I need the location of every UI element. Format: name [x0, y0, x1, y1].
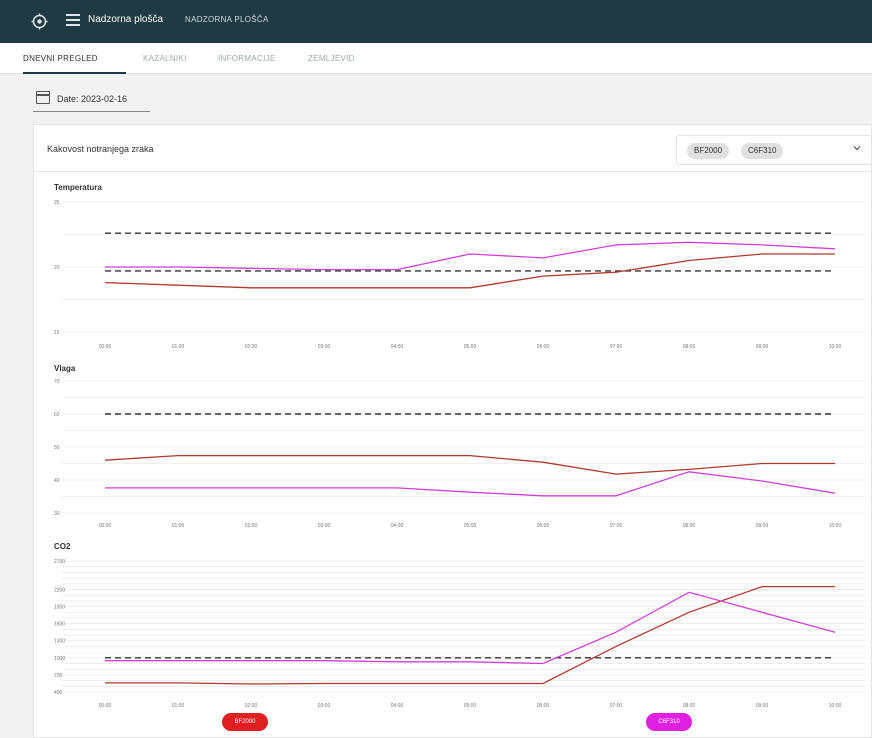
x-tick-label: 00:00: [99, 523, 112, 529]
series-line: [105, 471, 836, 497]
x-tick-label: 05:00: [464, 703, 477, 709]
legend-badge-c6f310[interactable]: C6F310: [646, 713, 692, 731]
x-tick-label: 10:00: [829, 344, 842, 350]
series-line: [105, 591, 836, 665]
y-tick-label: 70: [54, 379, 60, 385]
x-tick-label: 05:00: [464, 523, 477, 529]
x-tick-label: 02:00: [245, 523, 258, 529]
y-tick-label: 1600: [54, 622, 65, 628]
chart-title: CO2: [54, 542, 71, 551]
y-tick-label: 1900: [54, 605, 65, 611]
x-tick-label: 01:00: [172, 344, 185, 350]
x-tick-label: 02:00: [245, 703, 258, 709]
y-tick-label: 2200: [54, 587, 65, 593]
x-tick-label: 01:00: [172, 523, 185, 529]
y-tick-label: 1300: [54, 639, 65, 645]
x-tick-label: 04:00: [391, 703, 404, 709]
y-tick-label: 400: [54, 690, 63, 696]
y-tick-label: 25: [54, 200, 60, 206]
y-tick-label: 40: [54, 478, 60, 484]
y-tick-label: 60: [54, 412, 60, 418]
x-tick-label: 10:00: [829, 523, 842, 529]
x-tick-label: 06:00: [537, 344, 550, 350]
x-tick-label: 03:00: [318, 703, 331, 709]
x-tick-label: 09:00: [756, 344, 769, 350]
charts-area: Temperatura 15 20 25 00:00 01:00 02:00 03:00 04:…: [54, 183, 866, 709]
y-tick-label: 50: [54, 445, 60, 451]
x-tick-label: 08:00: [683, 703, 696, 709]
chart-title: Vlaga: [54, 364, 76, 373]
x-tick-label: 03:00: [318, 344, 331, 350]
x-tick-label: 07:00: [610, 344, 623, 350]
x-tick-label: 00:00: [99, 344, 112, 350]
x-tick-label: 04:00: [391, 344, 404, 350]
y-tick-label: 2700: [54, 559, 65, 565]
x-tick-label: 10:00: [829, 703, 842, 709]
series-line: [105, 241, 836, 271]
x-tick-label: 05:00: [464, 344, 477, 350]
x-tick-label: 09:00: [756, 703, 769, 709]
chart-title: Temperatura: [54, 183, 102, 192]
x-tick-label: 06:00: [537, 523, 550, 529]
y-tick-label: 700: [54, 673, 63, 679]
x-tick-label: 00:00: [99, 703, 112, 709]
x-tick-label: 09:00: [756, 523, 769, 529]
legend-badge-bf2000[interactable]: BF2000: [222, 713, 268, 731]
x-tick-label: 02:00: [245, 344, 258, 350]
x-tick-label: 08:00: [683, 523, 696, 529]
x-tick-label: 03:00: [318, 523, 331, 529]
x-tick-label: 07:00: [610, 523, 623, 529]
y-tick-label: 30: [54, 511, 60, 517]
x-tick-label: 04:00: [391, 523, 404, 529]
x-tick-label: 07:00: [610, 703, 623, 709]
series-line: [104, 454, 835, 475]
y-tick-label: 15: [54, 330, 60, 336]
x-tick-label: 06:00: [537, 703, 550, 709]
y-tick-label: 1000: [54, 656, 65, 662]
x-tick-label: 01:00: [172, 703, 185, 709]
y-tick-label: 20: [54, 265, 60, 271]
x-tick-label: 08:00: [683, 344, 696, 350]
